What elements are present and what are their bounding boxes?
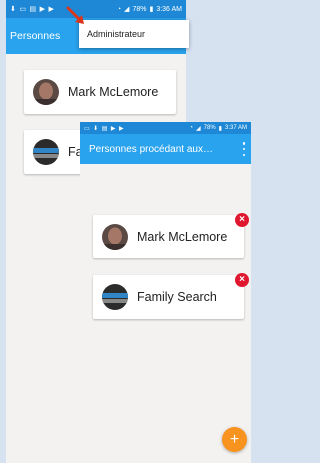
plus-icon: + <box>229 431 240 448</box>
notification-icon: ⬇ <box>93 125 99 132</box>
wifi-icon: ◔ <box>189 125 194 131</box>
pointer-arrow-icon <box>66 6 84 24</box>
status-bar: ⬇ ▭ ▤ ▶ ▶ ◔ ◢ 78% ▮ 3:36 AM <box>6 0 186 18</box>
remove-icon[interactable]: × <box>235 273 249 287</box>
notification-icon: ▤ <box>101 125 108 132</box>
person-card[interactable]: Mark McLemore <box>24 70 176 114</box>
person-name: Family Search <box>137 290 217 304</box>
status-time: 3:36 AM <box>156 5 182 13</box>
avatar <box>33 79 59 105</box>
person-card[interactable]: Family Search <box>93 275 244 319</box>
notification-icon: ▶ <box>39 6 46 13</box>
notification-icon: ▶ <box>48 6 55 13</box>
notification-icon: ▶ <box>110 125 116 132</box>
status-time: 3:37 AM <box>224 125 247 131</box>
page-title: Personnes procédant aux… <box>89 143 213 155</box>
battery-icon: ▮ <box>149 6 154 13</box>
signal-icon: ◢ <box>196 125 201 132</box>
notification-icon: ▭ <box>19 6 27 13</box>
battery-icon: ▮ <box>218 125 222 132</box>
menu-item-administrateur[interactable]: Administrateur <box>87 29 145 39</box>
status-bar: ▭ ⬇ ▤ ▶ ▶ ◔ ◢ 78% ▮ 3:37 AM <box>80 122 251 134</box>
avatar <box>102 223 128 250</box>
page-title: Personnes <box>10 30 61 42</box>
notification-icon: ⬇ <box>10 6 17 13</box>
remove-icon[interactable]: × <box>235 213 249 227</box>
wifi-icon: ◔ <box>116 5 122 13</box>
battery-percent: 78% <box>132 5 147 13</box>
overflow-menu: Administrateur <box>79 20 189 48</box>
app-bar: Personnes procédant aux… <box>80 134 251 164</box>
front-screen: ▭ ⬇ ▤ ▶ ▶ ◔ ◢ 78% ▮ 3:37 AM Personnes pr… <box>80 122 251 463</box>
notification-icon: ▶ <box>119 125 125 132</box>
notification-icons: ▭ ⬇ ▤ ▶ ▶ <box>84 125 124 132</box>
avatar <box>33 139 59 165</box>
notification-icon: ▭ <box>84 125 91 132</box>
battery-percent: 78% <box>203 125 216 131</box>
signal-icon: ◢ <box>124 6 130 13</box>
person-name: Mark McLemore <box>68 85 159 99</box>
more-options-icon[interactable] <box>241 142 247 156</box>
person-name: Mark McLemore <box>137 229 228 244</box>
notification-icon: ▤ <box>29 6 37 13</box>
avatar <box>102 284 128 310</box>
person-card[interactable]: Mark McLemore <box>93 215 244 258</box>
add-person-button[interactable]: + <box>222 427 247 452</box>
notification-icons: ⬇ ▭ ▤ ▶ ▶ <box>10 5 54 13</box>
